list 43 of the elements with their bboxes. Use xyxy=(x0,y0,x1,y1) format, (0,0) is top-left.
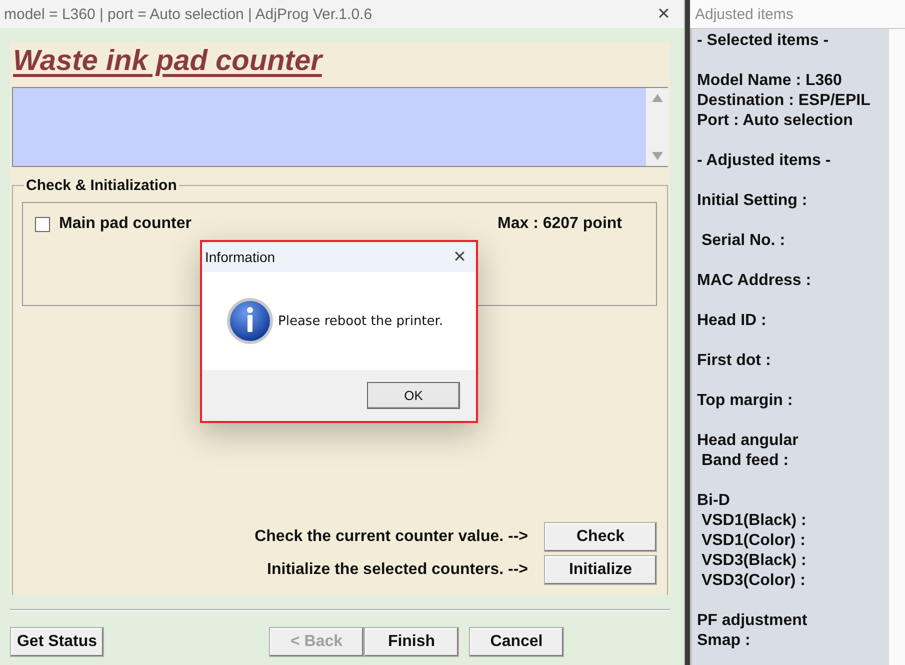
scroll-down-icon[interactable] xyxy=(652,152,662,160)
scroll-bar[interactable] xyxy=(646,88,668,166)
panel-line: Destination : ESP/EPIL xyxy=(697,91,872,111)
panel-line: Initial Setting : xyxy=(697,191,808,211)
footer-button[interactable]: Get Status xyxy=(10,627,104,657)
panel-line: - Adjusted items - xyxy=(697,151,832,171)
panel-line: Top margin : xyxy=(697,391,794,411)
panel-line: Band feed : xyxy=(700,451,790,471)
panel-line: Port : Auto selection xyxy=(697,111,854,131)
counter-label: Main pad counter xyxy=(59,215,192,233)
panel-line: MAC Address : xyxy=(697,271,812,291)
dialog-message: Please reboot the printer. xyxy=(278,314,444,328)
panel-line: VSD1(Black) : xyxy=(700,511,808,531)
page-heading: Waste ink pad counter xyxy=(12,44,324,79)
action-label: Check the current counter value. --> xyxy=(254,528,528,546)
footer-button[interactable]: Finish xyxy=(364,627,459,657)
panel-line: Head angular xyxy=(697,431,800,451)
action-button[interactable]: Initialize xyxy=(544,555,657,585)
close-button[interactable]: ✕ xyxy=(453,247,466,267)
footer-button[interactable]: Cancel xyxy=(469,627,564,657)
panel-line: VSD1(Color) : xyxy=(700,531,806,551)
checkbox[interactable] xyxy=(35,216,50,232)
panel-line: - Selected items - xyxy=(697,31,830,51)
panel-line: VSD3(Black) : xyxy=(700,551,808,571)
close-button[interactable]: ✕ xyxy=(657,4,670,24)
panel-line: VSD3(Color) : xyxy=(700,571,806,591)
ok-button[interactable]: OK xyxy=(367,382,460,409)
panel-line: Serial No. : xyxy=(700,231,786,251)
dialog-title: Information xyxy=(205,249,276,265)
window-title: model = L360 | port = Auto selection | AdjProg Ver.1.0.6 xyxy=(4,6,372,22)
panel-line: Smap : xyxy=(697,631,752,651)
panel-line: Model Name : L360 xyxy=(697,71,843,91)
action-label: Initialize the selected counters. --> xyxy=(267,561,528,579)
panel-line: PF adjustment xyxy=(697,611,808,631)
action-button[interactable]: Check xyxy=(544,522,657,552)
panel-line: First dot : xyxy=(697,351,772,371)
panel-line: Head ID : xyxy=(697,311,768,331)
group-title: Check & Initialization xyxy=(25,177,178,194)
message-list[interactable] xyxy=(12,86,668,167)
scroll-up-icon[interactable] xyxy=(652,94,662,102)
panel-line: Bi-D xyxy=(697,491,731,511)
info-icon xyxy=(226,297,274,345)
counter-max: Max : 6207 point xyxy=(498,215,622,233)
